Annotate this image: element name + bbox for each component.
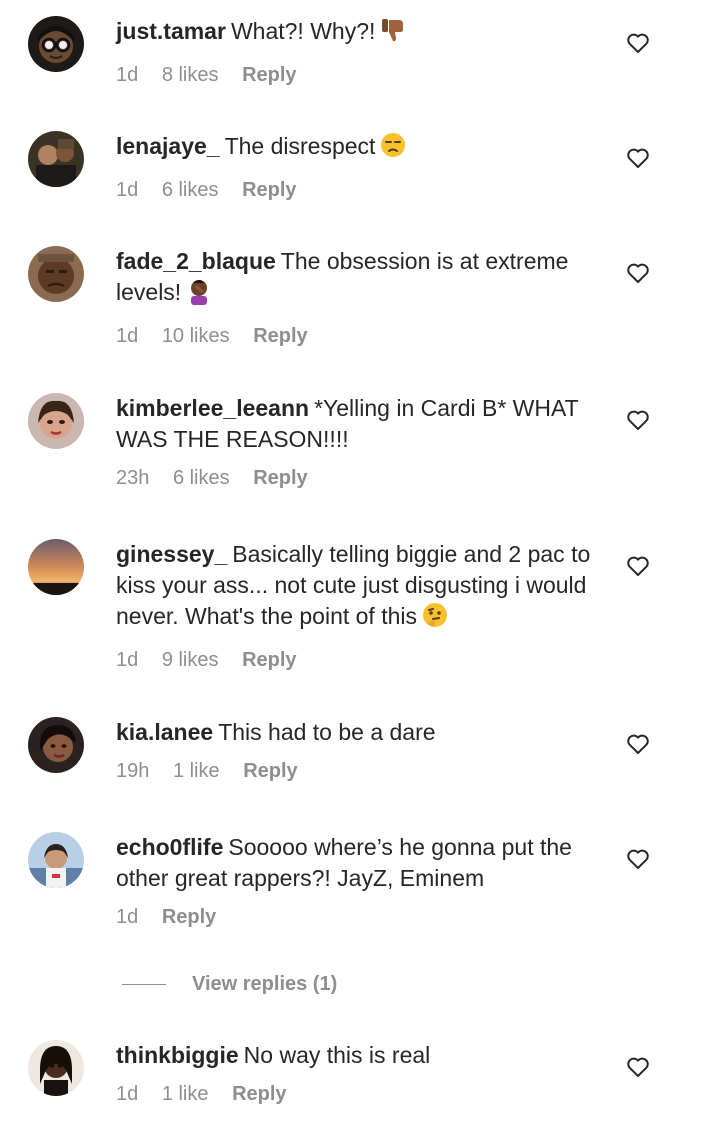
comment-time: 23h bbox=[116, 467, 150, 489]
avatar[interactable] bbox=[28, 832, 84, 888]
comment-body: thinkbiggie No way this is real 1d 1 like… bbox=[116, 1040, 604, 1106]
comment-time: 1d bbox=[116, 325, 139, 347]
reply-button[interactable]: Reply bbox=[243, 760, 297, 782]
comment-username[interactable]: ginessey_ bbox=[116, 541, 227, 567]
unamused-face-icon bbox=[379, 131, 407, 167]
avatar[interactable] bbox=[28, 717, 84, 773]
comment-message: What?! Why?! bbox=[230, 18, 376, 44]
comment-time: 1d bbox=[116, 64, 139, 86]
avatar[interactable] bbox=[28, 1040, 84, 1096]
reply-button[interactable]: Reply bbox=[242, 179, 296, 201]
comment-time: 1d bbox=[116, 906, 139, 928]
comment-likes[interactable]: 1 like bbox=[173, 760, 220, 782]
comment-message: This had to be a dare bbox=[218, 719, 436, 745]
comment-meta: 1d 10 likes Reply bbox=[116, 324, 604, 348]
avatar[interactable] bbox=[28, 131, 84, 187]
comment-username[interactable]: just.tamar bbox=[116, 18, 226, 44]
avatar[interactable] bbox=[28, 246, 84, 302]
heart-outline-icon[interactable] bbox=[626, 409, 650, 431]
comment-likes[interactable]: 1 like bbox=[162, 1083, 209, 1105]
view-replies-divider bbox=[122, 983, 166, 985]
comment-text: lenajaye_ The disrespect bbox=[116, 131, 604, 167]
comment-meta: 1d 1 like Reply bbox=[116, 1082, 604, 1106]
heart-outline-icon[interactable] bbox=[626, 262, 650, 284]
avatar[interactable] bbox=[28, 16, 84, 72]
comment-likes[interactable]: 6 likes bbox=[173, 467, 230, 489]
comment-message: No way this is real bbox=[243, 1042, 431, 1068]
comment-text: fade_2_blaque The obsession is at extreme… bbox=[116, 246, 604, 313]
comment-time: 19h bbox=[116, 760, 150, 782]
reply-button[interactable]: Reply bbox=[232, 1083, 286, 1105]
comment-meta: 1d 8 likes Reply bbox=[116, 63, 604, 87]
reply-button[interactable]: Reply bbox=[253, 325, 307, 347]
comment-username[interactable]: kia.lanee bbox=[116, 719, 213, 745]
comment-text: echo0flife Sooooo where’s he gonna put th… bbox=[116, 832, 604, 894]
comment-likes[interactable]: 8 likes bbox=[162, 64, 219, 86]
comment-text: ginessey_ Basically telling biggie and 2 … bbox=[116, 539, 604, 637]
comment-time: 1d bbox=[116, 1083, 139, 1105]
comment-likes[interactable]: 6 likes bbox=[162, 179, 219, 201]
heart-outline-icon[interactable] bbox=[626, 848, 650, 870]
comment-body: kimberlee_leeann *Yelling in Cardi B* WHA… bbox=[116, 393, 604, 490]
comment-username[interactable]: lenajaye_ bbox=[116, 133, 220, 159]
thinking-face-icon bbox=[421, 601, 449, 637]
avatar[interactable] bbox=[28, 539, 84, 595]
comment-time: 1d bbox=[116, 179, 139, 201]
comment-likes[interactable]: 9 likes bbox=[162, 649, 219, 671]
thumbs-down-icon bbox=[379, 16, 407, 52]
comment-meta: 23h 6 likes Reply bbox=[116, 466, 604, 490]
comment-body: echo0flife Sooooo where’s he gonna put th… bbox=[116, 832, 604, 929]
comment-username[interactable]: thinkbiggie bbox=[116, 1042, 239, 1068]
comment-text: kimberlee_leeann *Yelling in Cardi B* WHA… bbox=[116, 393, 604, 455]
comment-message: The disrespect bbox=[224, 133, 376, 159]
comment-text: just.tamar What?! Why?! bbox=[116, 16, 604, 52]
comment-meta: 19h 1 like Reply bbox=[116, 759, 604, 783]
facepalm-icon bbox=[185, 277, 213, 313]
comment-meta: 1d 9 likes Reply bbox=[116, 648, 604, 672]
comment-username[interactable]: echo0flife bbox=[116, 834, 223, 860]
heart-outline-icon[interactable] bbox=[626, 1056, 650, 1078]
comment-body: just.tamar What?! Why?! 1d 8 likes Reply bbox=[116, 16, 604, 87]
reply-button[interactable]: Reply bbox=[253, 467, 307, 489]
comment-text: kia.lanee This had to be a dare bbox=[116, 717, 604, 748]
heart-outline-icon[interactable] bbox=[626, 555, 650, 577]
comment-body: ginessey_ Basically telling biggie and 2 … bbox=[116, 539, 604, 672]
comment-meta: 1d Reply bbox=[116, 905, 604, 929]
reply-button[interactable]: Reply bbox=[242, 649, 296, 671]
heart-outline-icon[interactable] bbox=[626, 32, 650, 54]
reply-button[interactable]: Reply bbox=[162, 906, 216, 928]
view-replies-button[interactable]: View replies (1) bbox=[122, 970, 337, 998]
view-replies-label: View replies (1) bbox=[192, 972, 338, 995]
comment-username[interactable]: kimberlee_leeann bbox=[116, 395, 309, 421]
comment-likes[interactable]: 10 likes bbox=[162, 325, 230, 347]
comment-body: kia.lanee This had to be a dare 19h 1 lik… bbox=[116, 717, 604, 783]
comment-time: 1d bbox=[116, 649, 139, 671]
reply-button[interactable]: Reply bbox=[242, 64, 296, 86]
comment-text: thinkbiggie No way this is real bbox=[116, 1040, 604, 1071]
comment-body: fade_2_blaque The obsession is at extreme… bbox=[116, 246, 604, 348]
comment-username[interactable]: fade_2_blaque bbox=[116, 248, 276, 274]
heart-outline-icon[interactable] bbox=[626, 733, 650, 755]
comment-meta: 1d 6 likes Reply bbox=[116, 178, 604, 202]
heart-outline-icon[interactable] bbox=[626, 147, 650, 169]
avatar[interactable] bbox=[28, 393, 84, 449]
comment-body: lenajaye_ The disrespect 1d 6 likes Reply bbox=[116, 131, 604, 202]
